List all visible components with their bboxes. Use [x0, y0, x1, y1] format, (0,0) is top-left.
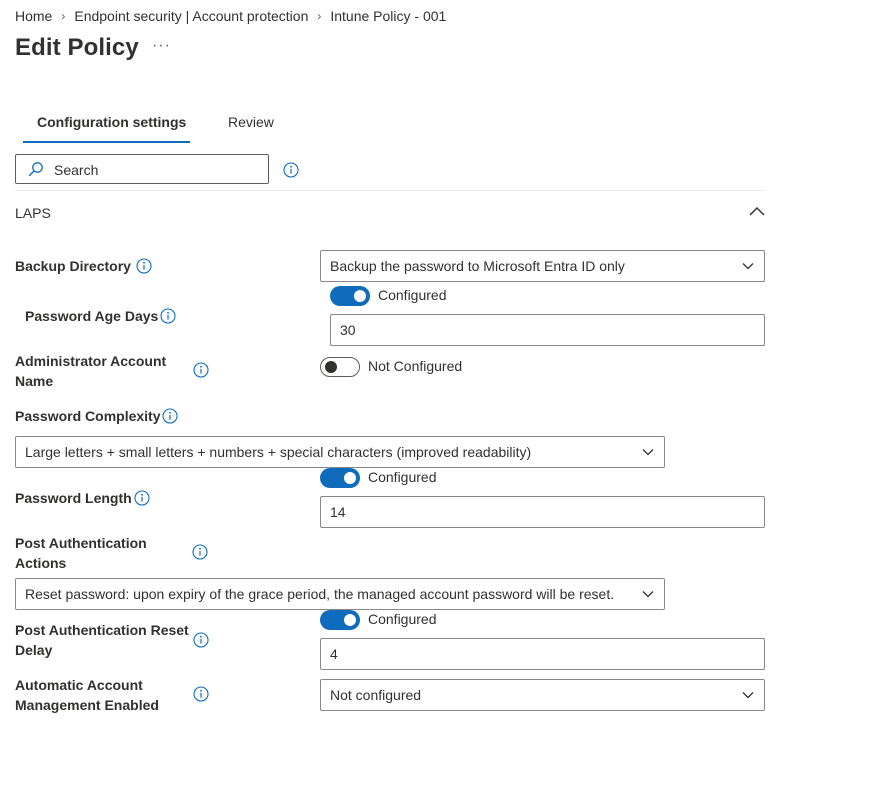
info-icon[interactable] — [134, 490, 150, 506]
auto-account-mgmt-label-line1: Automatic Account — [15, 677, 143, 693]
post-auth-actions-label-line2: Actions — [15, 555, 67, 571]
breadcrumb: Home › Endpoint security | Account prote… — [15, 8, 446, 24]
breadcrumb-policy[interactable]: Intune Policy - 001 — [330, 8, 446, 24]
toggle-knob — [325, 361, 337, 373]
info-icon[interactable] — [192, 544, 208, 560]
search-input[interactable] — [52, 160, 256, 180]
auto-account-mgmt-label: Automatic Account Management Enabled — [15, 675, 159, 715]
post-auth-reset-delay-value: 4 — [330, 646, 338, 662]
password-age-days-label: Password Age Days — [25, 308, 159, 324]
password-age-days-toggle[interactable] — [330, 286, 370, 306]
chevron-down-icon — [642, 449, 654, 456]
password-length-toggle-label: Configured — [368, 469, 437, 485]
admin-account-name-toggle[interactable] — [320, 357, 360, 377]
admin-account-name-label-line2: Name — [15, 373, 54, 389]
more-options-button[interactable]: ··· — [152, 37, 171, 55]
chevron-down-icon — [642, 591, 654, 598]
auto-account-mgmt-value: Not configured — [330, 687, 422, 703]
info-icon[interactable] — [193, 686, 209, 702]
auto-account-mgmt-label-line2: Management Enabled — [15, 697, 159, 713]
search-icon — [28, 162, 43, 177]
post-auth-reset-delay-toggle-label: Configured — [368, 611, 437, 627]
info-icon[interactable] — [193, 632, 209, 648]
breadcrumb-home[interactable]: Home — [15, 8, 52, 24]
tab-configuration-settings[interactable]: Configuration settings — [37, 114, 186, 130]
info-icon[interactable] — [283, 162, 299, 178]
backup-directory-value: Backup the password to Microsoft Entra I… — [330, 258, 625, 274]
backup-directory-label: Backup Directory — [15, 258, 131, 274]
toggle-knob — [344, 472, 356, 484]
tab-review[interactable]: Review — [228, 114, 274, 130]
breadcrumb-separator: › — [317, 9, 322, 23]
chevron-up-icon[interactable] — [748, 202, 766, 220]
admin-account-name-label: Administrator Account Name — [15, 351, 166, 391]
post-auth-actions-label-line1: Post Authentication — [15, 535, 147, 551]
backup-directory-dropdown[interactable]: Backup the password to Microsoft Entra I… — [320, 250, 765, 282]
post-auth-reset-delay-label-line1: Post Authentication Reset — [15, 622, 189, 638]
auto-account-mgmt-dropdown[interactable]: Not configured — [320, 679, 765, 711]
admin-account-name-label-line1: Administrator Account — [15, 353, 167, 369]
info-icon[interactable] — [193, 362, 209, 378]
toggle-knob — [354, 290, 366, 302]
post-auth-actions-label: Post Authentication Actions — [15, 533, 147, 573]
chevron-down-icon — [742, 263, 754, 270]
post-auth-actions-value: Reset password: upon expiry of the grace… — [25, 586, 615, 602]
password-age-days-toggle-label: Configured — [378, 287, 447, 303]
section-title-laps[interactable]: LAPS — [15, 205, 51, 221]
active-tab-indicator — [23, 141, 190, 143]
password-complexity-value: Large letters + small letters + numbers … — [25, 444, 532, 460]
page-title: Edit Policy — [15, 34, 139, 61]
post-auth-reset-delay-toggle[interactable] — [320, 610, 360, 630]
password-age-days-input[interactable]: 30 — [330, 314, 765, 346]
section-divider — [15, 190, 766, 191]
search-box[interactable] — [15, 154, 269, 184]
password-complexity-dropdown[interactable]: Large letters + small letters + numbers … — [15, 436, 665, 468]
post-auth-reset-delay-label: Post Authentication Reset Delay — [15, 620, 189, 660]
breadcrumb-account-protection[interactable]: Endpoint security | Account protection — [74, 8, 308, 24]
post-auth-reset-delay-label-line2: Delay — [15, 642, 53, 658]
admin-account-name-toggle-label: Not Configured — [368, 358, 463, 374]
info-icon[interactable] — [160, 308, 176, 324]
info-icon[interactable] — [162, 408, 178, 424]
password-complexity-label: Password Complexity — [15, 408, 161, 424]
password-length-input[interactable]: 14 — [320, 496, 765, 528]
password-age-days-value: 30 — [340, 322, 356, 338]
password-length-label: Password Length — [15, 490, 132, 506]
post-auth-reset-delay-input[interactable]: 4 — [320, 638, 765, 670]
toggle-knob — [344, 614, 356, 626]
post-auth-actions-dropdown[interactable]: Reset password: upon expiry of the grace… — [15, 578, 665, 610]
breadcrumb-separator: › — [61, 9, 66, 23]
info-icon[interactable] — [136, 258, 152, 274]
chevron-down-icon — [742, 692, 754, 699]
password-length-value: 14 — [330, 504, 346, 520]
password-length-toggle[interactable] — [320, 468, 360, 488]
